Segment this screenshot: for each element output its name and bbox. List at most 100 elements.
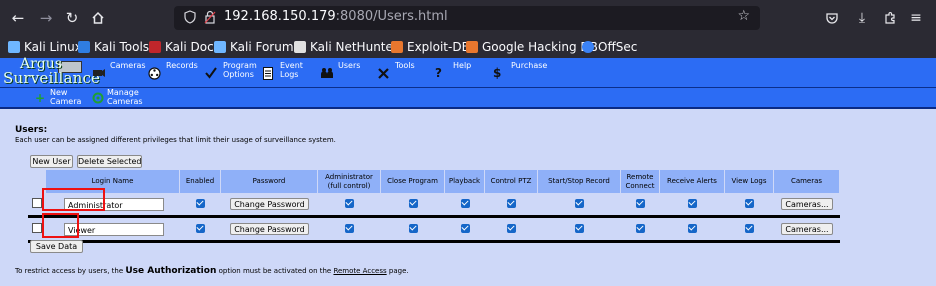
view-logs-checkbox[interactable] <box>745 223 754 233</box>
users-icon <box>320 67 334 79</box>
column-header: View Logs <box>725 170 774 193</box>
close-program-checkbox[interactable] <box>408 198 418 208</box>
control-ptz-checkbox[interactable] <box>507 223 516 233</box>
ptz-cell <box>485 193 538 215</box>
admin-cell <box>318 193 381 215</box>
enabled-checkbox[interactable] <box>196 223 205 233</box>
bookmark-kali-forums[interactable]: Kali Forums <box>214 39 300 55</box>
receive-alerts-checkbox[interactable] <box>688 223 697 233</box>
bookmark-label: Google Hacking DB <box>482 40 598 54</box>
remote-access-link[interactable]: Remote Access <box>333 267 386 275</box>
cameras-button[interactable]: Cameras... <box>781 223 833 235</box>
delete-selected-button[interactable]: Delete Selected <box>77 155 142 168</box>
back-icon[interactable]: ← <box>8 8 28 28</box>
start-stop-record-checkbox[interactable] <box>575 223 584 233</box>
downloads-icon[interactable]: ⤓ <box>852 8 872 28</box>
users-table: Login Name Enabled Password Administrato… <box>28 170 840 243</box>
bookmark-kali-docs[interactable]: Kali Docs <box>149 39 220 55</box>
extensions-icon[interactable] <box>880 8 900 28</box>
insecure-lock-icon[interactable] <box>204 10 216 24</box>
bookmark-label: Kali Tools <box>94 40 150 54</box>
playback-checkbox[interactable] <box>460 198 470 208</box>
bookmark-label: Kali NetHunter <box>310 40 398 54</box>
menu-label: Tools <box>395 61 415 70</box>
menu-label: Program Options <box>223 61 257 79</box>
bookmark-kali-tools[interactable]: Kali Tools <box>78 39 149 55</box>
view-logs-checkbox[interactable] <box>745 198 754 208</box>
dollar-icon: $ <box>493 66 502 80</box>
offsec-icon <box>582 41 594 53</box>
close-program-checkbox[interactable] <box>408 223 418 233</box>
bookmarks-toolbar: Kali Linux Kali Tools Kali Docs Kali For… <box>0 36 936 58</box>
enabled-checkbox[interactable] <box>196 198 205 208</box>
kali-nethunter-icon <box>294 41 306 53</box>
bookmark-exploit-db[interactable]: Exploit-DB <box>391 39 470 55</box>
highlight-box-administrator <box>42 188 105 211</box>
column-header: Receive Alerts <box>660 170 725 193</box>
reload-icon[interactable]: ↻ <box>62 8 82 28</box>
start-stop-record-checkbox[interactable] <box>575 198 584 208</box>
remote-connect-checkbox[interactable] <box>636 223 645 233</box>
main-menu-bar: Argus Surveillance Cameras Records Progr… <box>0 56 936 88</box>
logs-cell <box>725 218 774 240</box>
ghdb-icon <box>466 41 478 53</box>
submenu-label: New Camera <box>50 88 82 106</box>
column-header: Administrator (full control) <box>318 170 381 193</box>
enabled-cell <box>180 193 221 215</box>
menu-label: Event Logs <box>280 61 303 79</box>
change-password-button[interactable]: Change Password <box>230 198 309 210</box>
add-camera-icon: + <box>35 91 46 105</box>
url-host: 192.168.150.179 <box>224 9 336 24</box>
bookmark-google-hacking-db[interactable]: Google Hacking DB <box>466 39 598 55</box>
note-text: option must be activated on the <box>218 267 332 275</box>
bookmark-label: OffSec <box>598 40 638 54</box>
admin-checkbox[interactable] <box>345 198 354 208</box>
column-header: Password <box>221 170 318 193</box>
row-select-checkbox[interactable] <box>32 198 42 208</box>
playback-checkbox[interactable] <box>460 223 470 233</box>
login-name-input[interactable]: Viewer <box>64 222 164 236</box>
change-password-button[interactable]: Change Password <box>230 223 309 235</box>
remote-cell <box>621 193 660 215</box>
cameras-button[interactable]: Cameras... <box>781 198 833 210</box>
authorization-note: To restrict access by users, the Use Aut… <box>15 266 409 276</box>
column-header: Cameras <box>774 170 840 193</box>
checkmark-icon <box>205 67 219 79</box>
admin-cell <box>318 218 381 240</box>
bookmark-label: Kali Forums <box>230 40 300 54</box>
column-header: Start/Stop Record <box>538 170 621 193</box>
bookmark-offsec[interactable]: OffSec <box>582 39 637 55</box>
receive-alerts-checkbox[interactable] <box>688 198 697 208</box>
column-header: Close Program <box>381 170 445 193</box>
bookmark-label: Kali Linux <box>24 40 82 54</box>
row-separator-line <box>28 240 840 243</box>
home-icon[interactable] <box>88 8 108 28</box>
admin-checkbox[interactable] <box>345 223 354 233</box>
kali-forums-icon <box>214 41 226 53</box>
note-emphasis: Use Authorization <box>125 266 217 276</box>
save-data-button[interactable]: Save Data <box>30 240 83 253</box>
pocket-icon[interactable] <box>822 8 842 28</box>
remote-connect-checkbox[interactable] <box>636 198 645 208</box>
app-menu-icon[interactable]: ≡ <box>906 8 926 28</box>
url-text: 192.168.150.179:8080/Users.html <box>224 9 448 24</box>
shield-icon[interactable] <box>184 10 196 24</box>
bookmark-label: Exploit-DB <box>407 40 470 54</box>
logo-text-bottom: Surveillance <box>3 69 101 87</box>
row-select-checkbox[interactable] <box>32 223 42 233</box>
manage-cameras-icon <box>92 92 104 104</box>
new-user-button[interactable]: New User <box>30 155 73 168</box>
address-bar[interactable]: 192.168.150.179:8080/Users.html ☆ <box>174 6 760 30</box>
sub-menu-bar: + New Camera Manage Cameras <box>0 88 936 109</box>
menu-label: Help <box>453 61 472 70</box>
control-ptz-checkbox[interactable] <box>507 198 516 208</box>
menu-label: Purchase <box>511 61 548 70</box>
close-program-cell <box>381 193 445 215</box>
bookmark-kali-nethunter[interactable]: Kali NetHunter <box>294 39 398 55</box>
bookmark-star-icon[interactable]: ☆ <box>737 8 750 24</box>
forward-icon[interactable]: → <box>36 8 56 28</box>
remote-cell <box>621 218 660 240</box>
bookmark-kali-linux[interactable]: Kali Linux <box>8 39 82 55</box>
exploit-db-icon <box>391 41 403 53</box>
film-reel-icon <box>148 67 162 80</box>
